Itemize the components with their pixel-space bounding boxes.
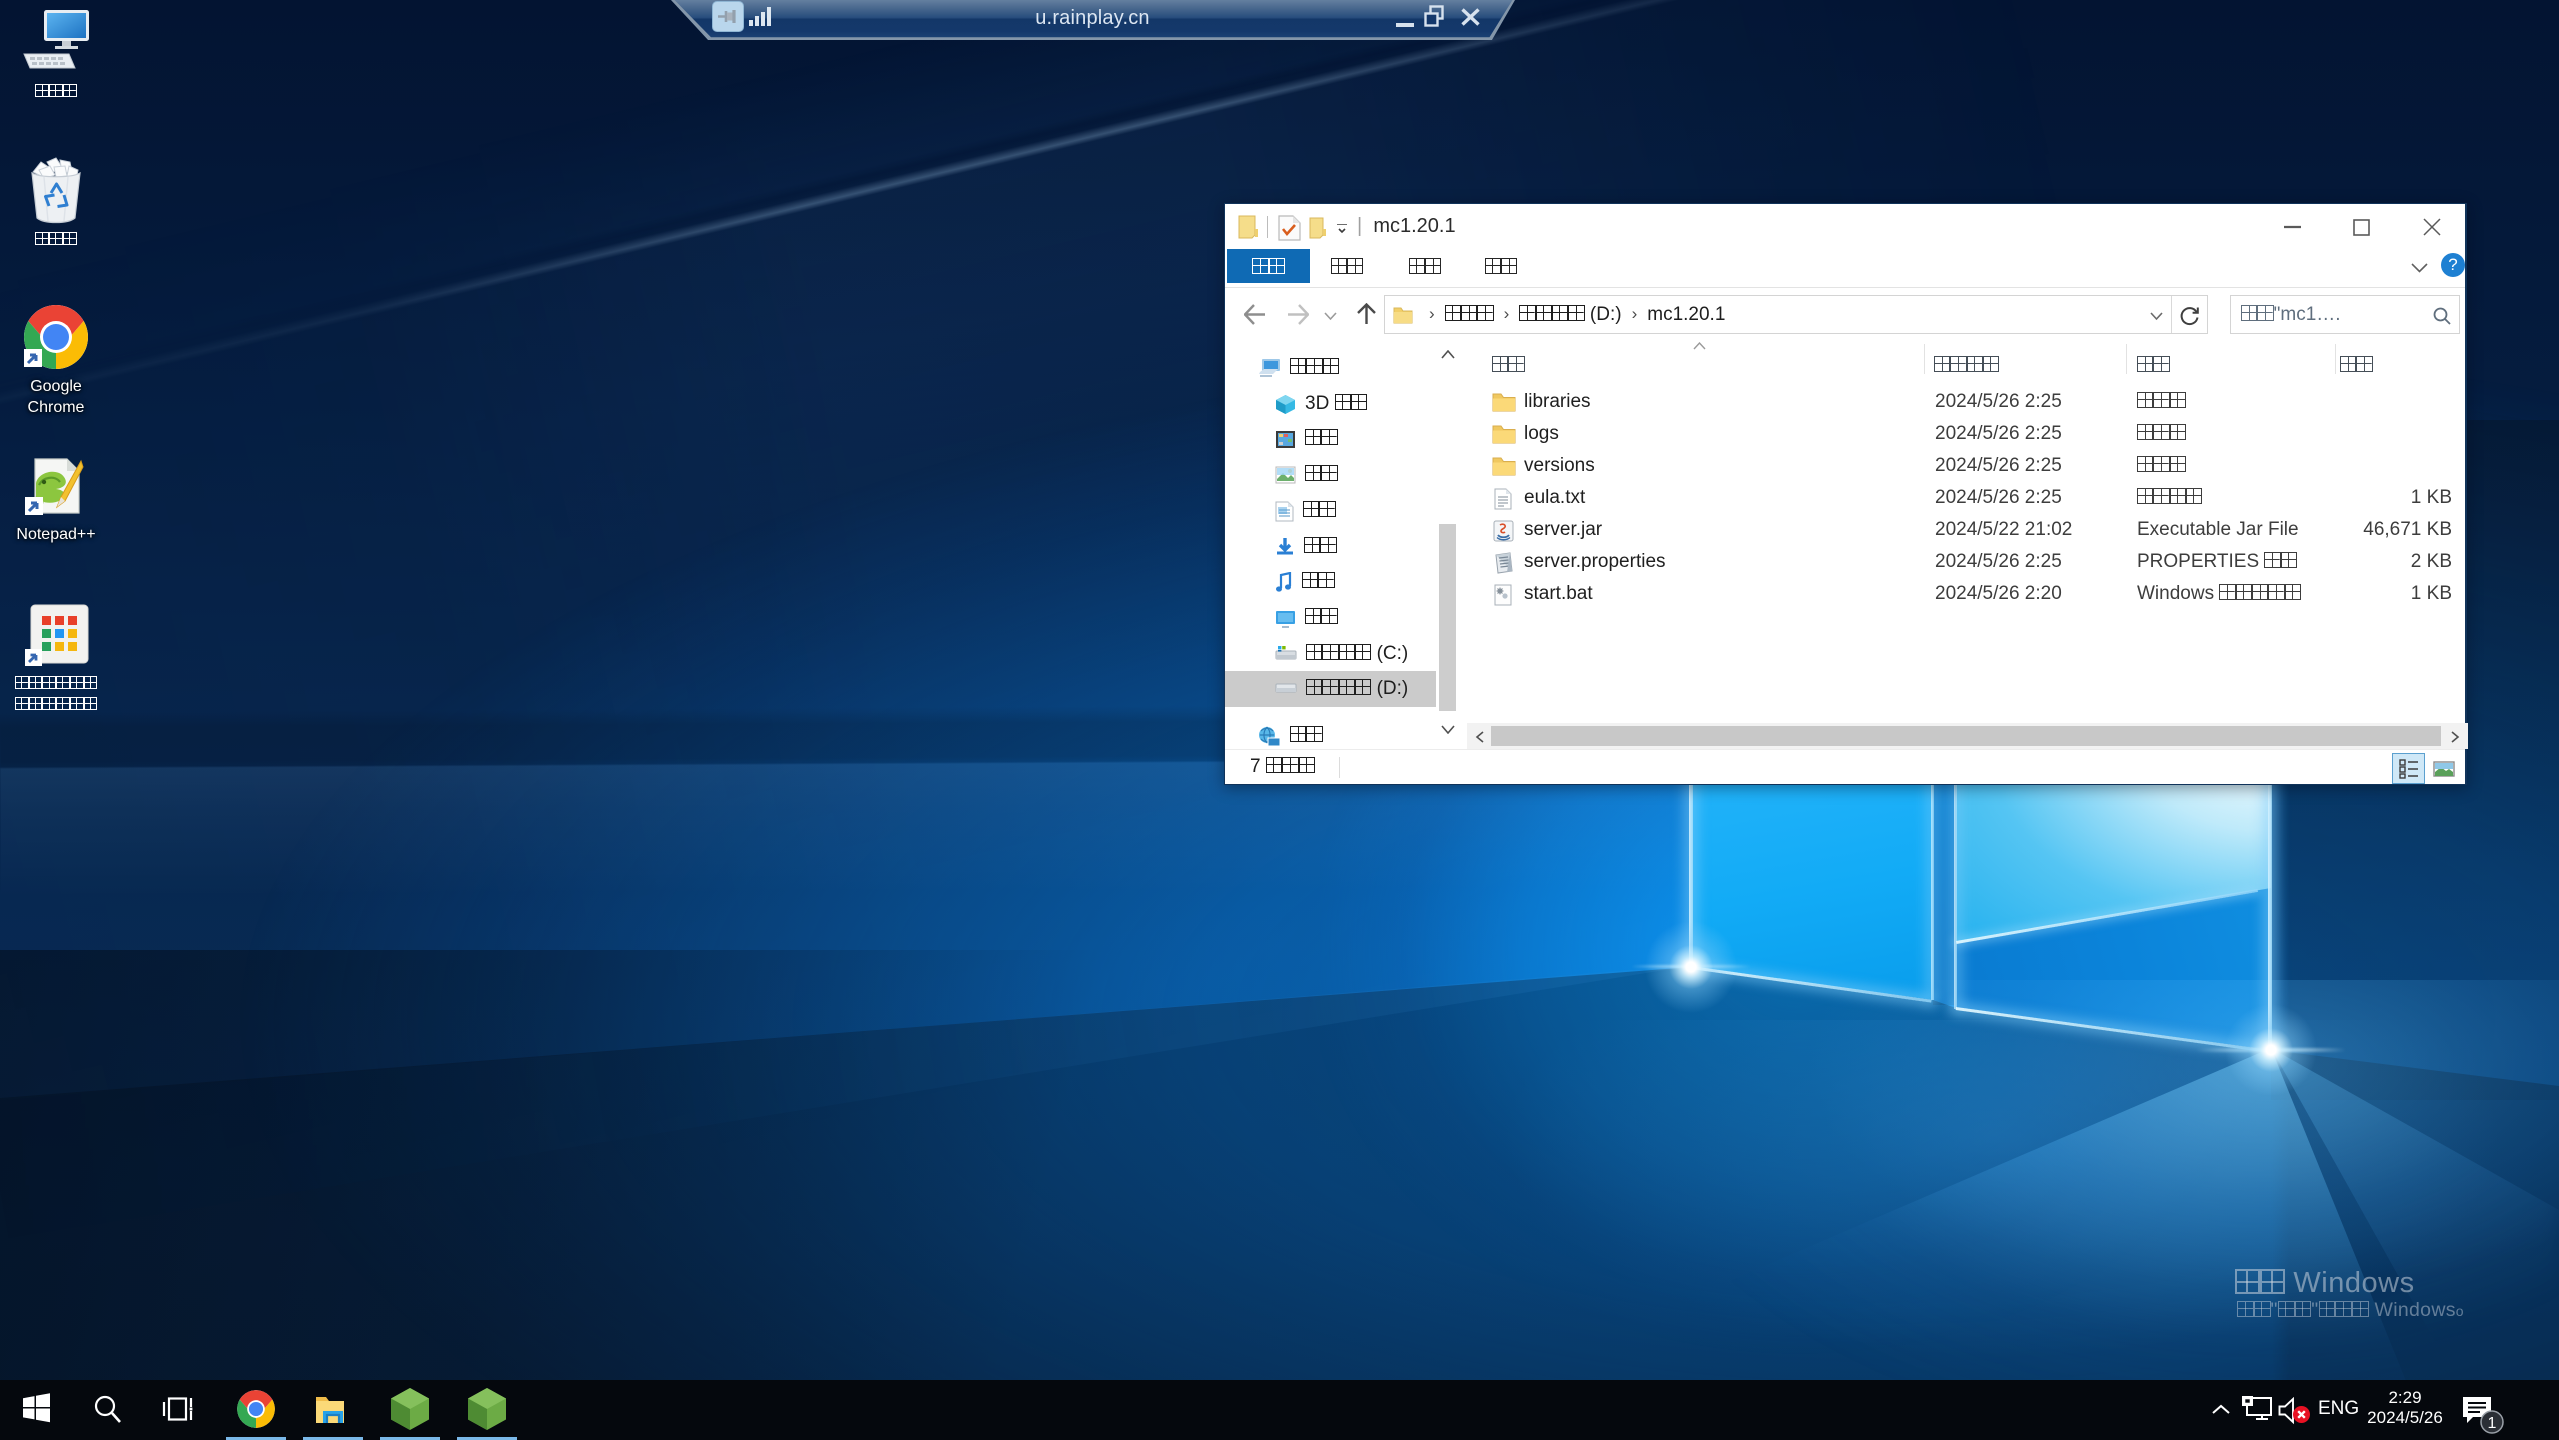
svg-text:1: 1: [2488, 1415, 2497, 1432]
